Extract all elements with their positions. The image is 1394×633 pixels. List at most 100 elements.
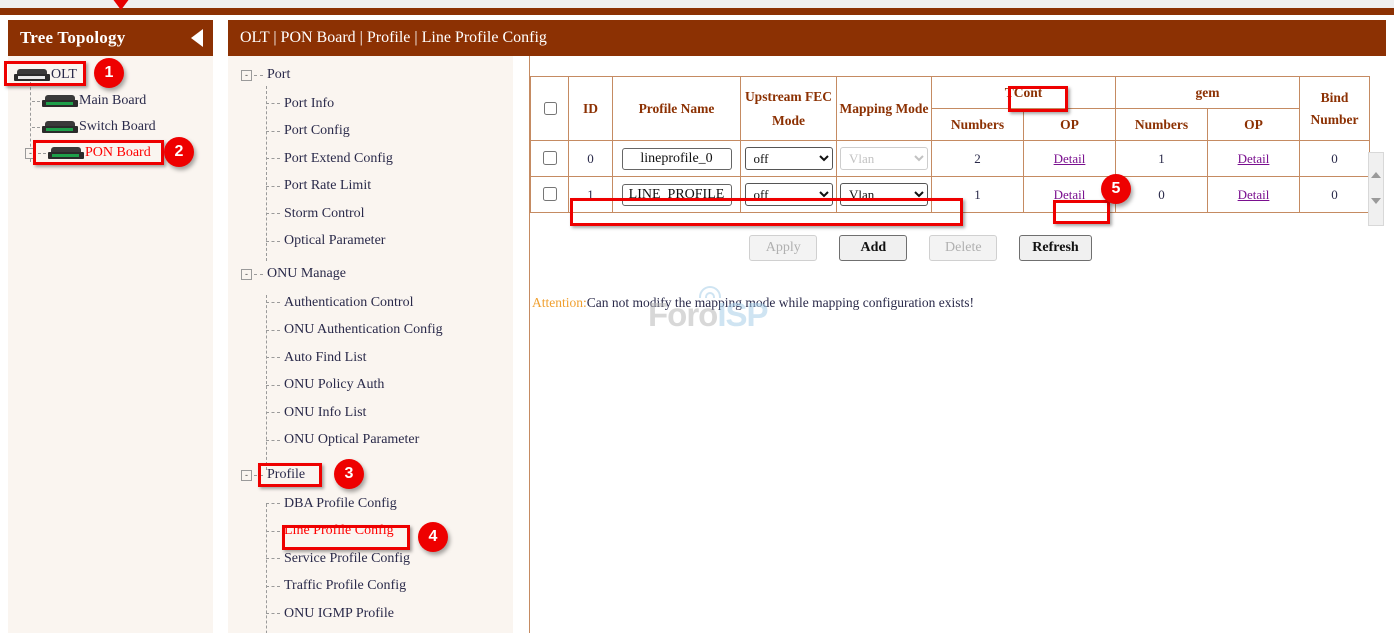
nav-expander-icon[interactable]: - bbox=[241, 470, 252, 481]
nav-group-label: Port bbox=[267, 67, 290, 83]
nav-item-label: Optical Parameter bbox=[284, 233, 385, 249]
tree-expander-icon[interactable]: - bbox=[25, 148, 36, 159]
nav-connector bbox=[266, 241, 280, 242]
nav-item-optical-parameter[interactable]: Optical Parameter bbox=[228, 228, 513, 256]
table-scrollbar[interactable] bbox=[1368, 152, 1384, 226]
cell-fec-mode: off bbox=[741, 177, 837, 213]
action-button-row: Apply Add Delete Refresh bbox=[530, 235, 1371, 261]
nav-connector bbox=[266, 330, 280, 331]
attention-tag: Attention: bbox=[532, 295, 587, 310]
add-button[interactable]: Add bbox=[839, 235, 907, 261]
tcont-detail-link[interactable]: Detail bbox=[1054, 151, 1086, 166]
header-gem: gem bbox=[1116, 77, 1300, 109]
tree-node-label: OLT bbox=[51, 67, 77, 83]
header-fec-line2: Mode bbox=[742, 113, 835, 129]
device-board-icon bbox=[42, 121, 78, 134]
nav-item-traffic-profile-config[interactable]: Traffic Profile Config bbox=[228, 573, 513, 601]
fec-mode-select[interactable]: off bbox=[745, 183, 833, 206]
table-scroll-up-icon[interactable] bbox=[1371, 155, 1381, 173]
nav-item-onu-authentication-config[interactable]: ONU Authentication Config bbox=[228, 317, 513, 345]
breadcrumb-text: OLT | PON Board | Profile | Line Profile… bbox=[240, 29, 547, 47]
nav-tree-inner: - Port Port Info Port Config Port Extend… bbox=[228, 56, 513, 628]
nav-connector bbox=[266, 503, 280, 504]
nav-tree-panel: - Port Port Info Port Config Port Extend… bbox=[228, 56, 513, 633]
select-all-checkbox[interactable] bbox=[544, 102, 557, 115]
header-id: ID bbox=[569, 77, 613, 141]
nav-expander-icon[interactable]: - bbox=[241, 269, 252, 280]
nav-item-label: Auto Find List bbox=[284, 350, 366, 366]
nav-expander-icon[interactable]: - bbox=[241, 70, 252, 81]
annotation-badge-5: 5 bbox=[1101, 174, 1131, 204]
red-down-triangle-icon bbox=[112, 0, 130, 10]
mapping-mode-select[interactable]: Vlan bbox=[840, 183, 928, 206]
nav-item-port-rate-limit[interactable]: Port Rate Limit bbox=[228, 173, 513, 201]
nav-item-label: ONU Policy Auth bbox=[284, 377, 384, 393]
nav-connector bbox=[266, 531, 280, 532]
nav-connector bbox=[254, 75, 263, 76]
header-mapping-mode: Mapping Mode bbox=[837, 77, 932, 141]
nav-connector bbox=[266, 158, 280, 159]
tree-topology-panel: Tree Topology OLT Main Board bbox=[8, 20, 213, 633]
tree-connector bbox=[38, 153, 46, 154]
table-row[interactable]: 0 off Vlan bbox=[531, 141, 1370, 177]
nav-connector bbox=[266, 613, 280, 614]
device-board-icon bbox=[42, 95, 78, 108]
table-header-row-1: ID Profile Name Upstream FEC Mode Mappin… bbox=[531, 77, 1370, 109]
apply-button[interactable]: Apply bbox=[749, 235, 817, 261]
cell-mapping-mode: Vlan bbox=[837, 141, 932, 177]
nav-group-onu-manage[interactable]: - ONU Manage bbox=[228, 259, 513, 289]
nav-item-onu-optical-parameter[interactable]: ONU Optical Parameter bbox=[228, 427, 513, 455]
attention-message: Attention:Can not modify the mapping mod… bbox=[530, 295, 1371, 311]
nav-item-onu-igmp-profile[interactable]: ONU IGMP Profile bbox=[228, 600, 513, 628]
nav-item-dba-profile-config[interactable]: DBA Profile Config bbox=[228, 490, 513, 518]
tree-node-switch-board[interactable]: Switch Board bbox=[8, 114, 213, 140]
nav-item-label: ONU Authentication Config bbox=[284, 322, 443, 338]
nav-item-service-profile-config[interactable]: Service Profile Config bbox=[228, 545, 513, 573]
row-checkbox[interactable] bbox=[543, 151, 557, 165]
mapping-mode-select: Vlan bbox=[840, 147, 928, 170]
table-scroll-down-icon[interactable] bbox=[1371, 204, 1381, 222]
nav-item-port-info[interactable]: Port Info bbox=[228, 90, 513, 118]
row-checkbox[interactable] bbox=[543, 187, 557, 201]
nav-item-label: Storm Control bbox=[284, 206, 365, 222]
refresh-button[interactable]: Refresh bbox=[1019, 235, 1091, 261]
nav-item-onu-info-list[interactable]: ONU Info List bbox=[228, 399, 513, 427]
header-profile-name: Profile Name bbox=[613, 77, 741, 141]
nav-item-authentication-control[interactable]: Authentication Control bbox=[228, 289, 513, 317]
tree-node-label: PON Board bbox=[85, 145, 151, 161]
profile-name-input[interactable] bbox=[622, 184, 732, 206]
nav-connector bbox=[266, 186, 280, 187]
device-board-icon bbox=[48, 147, 84, 160]
gem-detail-link[interactable]: Detail bbox=[1238, 187, 1270, 202]
tcont-detail-link[interactable]: Detail bbox=[1054, 187, 1086, 202]
nav-item-storm-control[interactable]: Storm Control bbox=[228, 200, 513, 228]
nav-group-profile[interactable]: - Profile bbox=[228, 460, 513, 490]
nav-item-port-config[interactable]: Port Config bbox=[228, 118, 513, 146]
cell-bind-number: 0 bbox=[1300, 177, 1370, 213]
profile-name-input[interactable] bbox=[622, 148, 732, 170]
nav-item-label: Traffic Profile Config bbox=[284, 578, 406, 594]
nav-group-port[interactable]: - Port bbox=[228, 60, 513, 90]
cell-fec-mode: off bbox=[741, 141, 837, 177]
nav-item-label: Port Config bbox=[284, 123, 350, 139]
gem-detail-link[interactable]: Detail bbox=[1238, 151, 1270, 166]
nav-item-port-extend-config[interactable]: Port Extend Config bbox=[228, 145, 513, 173]
nav-connector bbox=[254, 274, 263, 275]
header-select-all bbox=[531, 77, 569, 141]
fec-mode-select[interactable]: off bbox=[745, 147, 833, 170]
cell-profile-name bbox=[613, 141, 741, 177]
nav-item-line-profile-config[interactable]: Line Profile Config bbox=[228, 518, 513, 546]
row-checkbox-cell bbox=[531, 177, 569, 213]
delete-button[interactable]: Delete bbox=[929, 235, 997, 261]
content-area: ID Profile Name Upstream FEC Mode Mappin… bbox=[529, 56, 1386, 633]
cell-id: 1 bbox=[569, 177, 613, 213]
nav-item-auto-find-list[interactable]: Auto Find List bbox=[228, 344, 513, 372]
content-padding: ID Profile Name Upstream FEC Mode Mappin… bbox=[530, 56, 1386, 311]
left-triangle-collapse-icon[interactable] bbox=[191, 29, 203, 47]
nav-connector bbox=[266, 412, 280, 413]
nav-connector bbox=[266, 213, 280, 214]
nav-item-onu-policy-auth[interactable]: ONU Policy Auth bbox=[228, 372, 513, 400]
table-row[interactable]: 1 off Vlan bbox=[531, 177, 1370, 213]
tree-node-main-board[interactable]: Main Board bbox=[8, 88, 213, 114]
annotation-badge-3: 3 bbox=[334, 459, 364, 489]
